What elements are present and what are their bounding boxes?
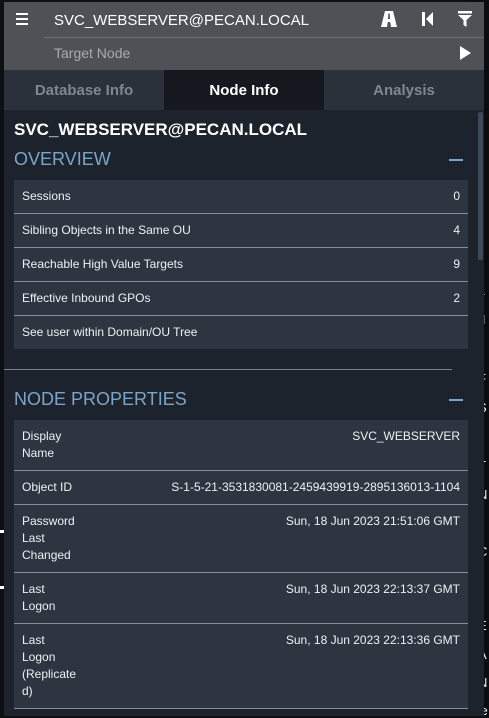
row-label-line: Password: [22, 514, 75, 528]
row-label: Password Last Changed: [22, 513, 75, 564]
overview-row-high-value-targets[interactable]: Reachable High Value Targets 9: [14, 248, 468, 282]
pathfinding-icon[interactable]: [379, 9, 399, 29]
row-value: Sun, 18 Jun 2023 22:13:37 GMT: [285, 582, 460, 596]
row-label: Sibling Objects in the Same OU: [22, 223, 191, 237]
play-icon[interactable]: [455, 43, 475, 63]
row-label: Sessions: [22, 189, 71, 203]
overview-row-siblings[interactable]: Sibling Objects in the Same OU 4: [14, 214, 468, 248]
row-value: SVC_WEBSERVER: [352, 429, 460, 443]
row-label-line: Logon: [22, 599, 56, 613]
tab-bar: Database Info Node Info Analysis: [4, 70, 484, 110]
row-label-line: Logon: [22, 650, 56, 664]
search-container: [4, 2, 484, 70]
property-row-last-logon: Last Logon Sun, 18 Jun 2023 22:13:37 GMT: [14, 573, 468, 624]
row-value: 0: [453, 189, 460, 203]
row-label: Last Logon (Replicate d): [22, 632, 76, 700]
row-value: S-1-5-21-3531830081-2459439919-289513601…: [171, 480, 460, 494]
row-label: Reachable High Value Targets: [22, 257, 183, 271]
row-label: See user within Domain/OU Tree: [22, 325, 198, 339]
tab-node-info[interactable]: Node Info: [164, 70, 324, 110]
panel-scrollbar[interactable]: [476, 110, 484, 716]
row-label-line: Last: [22, 582, 45, 596]
row-label: Last Logon: [22, 581, 55, 615]
property-row-last-logon-replicated: Last Logon (Replicate d) Sun, 18 Jun 202…: [14, 624, 468, 709]
property-row-object-id: Object ID S-1-5-21-3531830081-2459439919…: [14, 471, 468, 505]
row-label-line: Name: [22, 446, 55, 460]
tab-database-info[interactable]: Database Info: [4, 70, 164, 110]
row-label-line: d): [22, 684, 33, 698]
property-row-display-name: Display Name SVC_WEBSERVER: [14, 420, 468, 471]
row-label-line: Last: [22, 531, 45, 545]
target-node-input[interactable]: [44, 39, 444, 67]
node-title: SVC_WEBSERVER@PECAN.LOCAL: [14, 120, 308, 139]
overview-row-sessions[interactable]: Sessions 0: [14, 180, 468, 214]
row-label-line: Display: [22, 429, 62, 443]
section-divider: [4, 369, 452, 370]
search-divider: [44, 37, 484, 38]
row-value: Sun, 18 Jun 2023 21:51:06 GMT: [285, 514, 460, 528]
row-value: 2: [453, 291, 460, 305]
menu-button[interactable]: [12, 8, 34, 30]
property-row-password-last-changed: Password Last Changed Sun, 18 Jun 2023 2…: [14, 505, 468, 573]
row-label: Object ID: [22, 480, 73, 494]
row-label: Display Name: [22, 428, 61, 462]
filter-icon[interactable]: [455, 9, 475, 29]
tab-analysis[interactable]: Analysis: [324, 70, 484, 110]
row-value: 4: [453, 223, 460, 237]
row-label: Effective Inbound GPOs: [22, 291, 151, 305]
node-properties-collapse-icon[interactable]: [449, 399, 463, 401]
scrollbar-thumb[interactable]: [478, 112, 483, 260]
overview-collapse-icon[interactable]: [449, 159, 463, 161]
node-properties-heading: NODE PROPERTIES: [14, 389, 187, 409]
row-label-line: Last: [22, 633, 45, 647]
overview-row-domain-tree[interactable]: See user within Domain/OU Tree: [14, 316, 468, 349]
overview-heading: OVERVIEW: [14, 149, 111, 169]
row-label-line: Changed: [22, 548, 71, 562]
row-value: Sun, 18 Jun 2023 22:13:36 GMT: [285, 633, 460, 647]
node-info-content: SVC_WEBSERVER@PECAN.LOCAL OVERVIEW Sessi…: [4, 110, 476, 716]
row-label-line: (Replicate: [22, 667, 77, 681]
back-icon[interactable]: [418, 9, 438, 29]
source-node-input[interactable]: [44, 6, 394, 34]
node-info-panel: Database Info Node Info Analysis SVC_WEB…: [4, 2, 484, 716]
row-value: 9: [453, 257, 460, 271]
overview-row-inbound-gpos[interactable]: Effective Inbound GPOs 2: [14, 282, 468, 316]
